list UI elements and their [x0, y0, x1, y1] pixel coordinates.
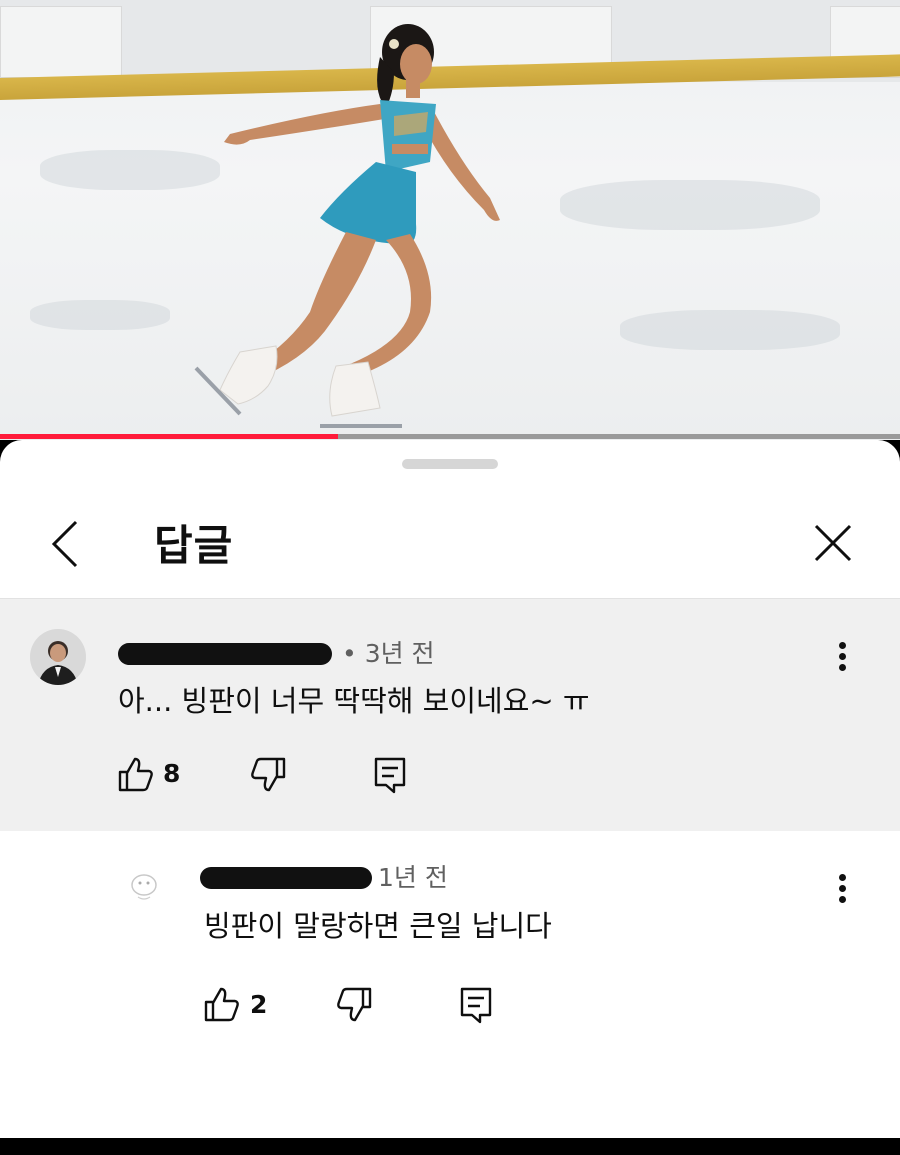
back-button[interactable]	[44, 514, 92, 574]
more-vertical-icon	[839, 896, 846, 903]
more-vertical-icon	[839, 874, 846, 881]
panel-header: 답글	[0, 498, 900, 598]
like-button[interactable]	[202, 985, 242, 1025]
reply-icon	[460, 987, 492, 1024]
video-progress-fill	[0, 434, 338, 439]
comment-timestamp: • 3년 전	[342, 639, 435, 668]
chevron-left-icon	[51, 520, 78, 568]
author-name-redacted[interactable]	[200, 867, 372, 889]
more-vertical-icon	[839, 653, 846, 660]
avatar-image	[131, 874, 157, 900]
more-vertical-icon	[839, 885, 846, 892]
more-vertical-icon	[839, 642, 846, 649]
reply-button[interactable]	[456, 985, 496, 1025]
system-bottom-bar	[0, 1138, 900, 1155]
close-button[interactable]	[806, 516, 860, 570]
author-name-redacted[interactable]	[118, 643, 332, 665]
replies-panel: 답글 • 3년 전 아... 빙판이 너무 딱딱해 보이네요~ ㅠ 8 1년 전…	[0, 440, 900, 1138]
comment: • 3년 전 아... 빙판이 너무 딱딱해 보이네요~ ㅠ 8	[0, 599, 900, 831]
like-count: 2	[250, 990, 268, 1019]
ice-scratch	[30, 300, 170, 330]
avatar[interactable]	[124, 865, 164, 905]
more-vertical-icon	[839, 664, 846, 671]
reply-comment: 1년 전 빙판이 말랑하면 큰일 납니다 2	[0, 831, 900, 1061]
figure-skater-image	[194, 24, 500, 428]
reply-button[interactable]	[370, 755, 410, 795]
reply-icon	[374, 757, 406, 794]
like-count: 8	[163, 759, 181, 788]
more-options-button[interactable]	[828, 869, 858, 909]
thumbs-down-icon	[337, 987, 372, 1022]
close-icon	[814, 524, 852, 562]
page-title: 답글	[154, 521, 234, 570]
avatar[interactable]	[30, 629, 86, 685]
comment-timestamp: 1년 전	[378, 863, 448, 892]
thumbs-up-icon	[118, 757, 153, 792]
avatar-image	[30, 629, 86, 685]
thumbs-down-icon	[251, 757, 286, 792]
ice-scratch	[620, 310, 840, 350]
thumbs-up-icon	[204, 987, 239, 1022]
more-options-button[interactable]	[828, 637, 858, 677]
dislike-button[interactable]	[334, 985, 374, 1025]
video-progress-bar[interactable]	[0, 434, 900, 439]
comment-text: 아... 빙판이 너무 딱딱해 보이네요~ ㅠ	[118, 684, 590, 718]
ice-scratch	[560, 180, 820, 230]
like-button[interactable]	[116, 755, 156, 795]
comment-text: 빙판이 말랑하면 큰일 납니다	[204, 909, 552, 943]
drag-handle[interactable]	[402, 459, 498, 469]
arena-banner	[0, 6, 122, 78]
video-player[interactable]	[0, 0, 900, 440]
dislike-button[interactable]	[248, 755, 288, 795]
